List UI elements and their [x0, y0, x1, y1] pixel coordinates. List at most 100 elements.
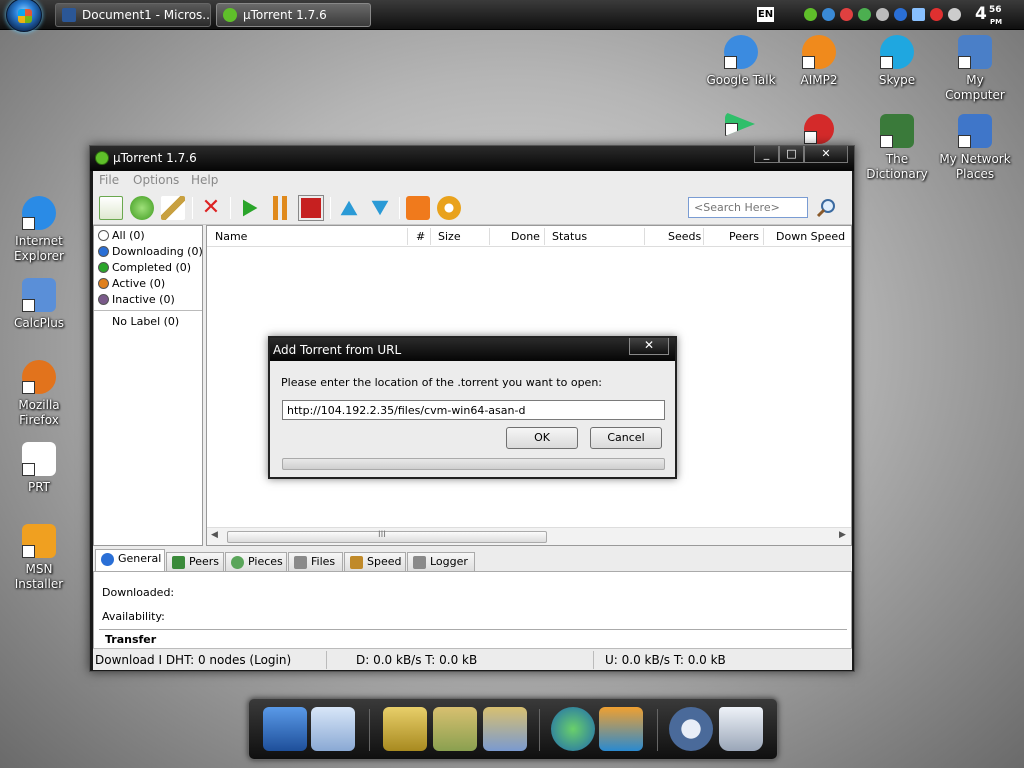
menu-options[interactable]: Options [133, 173, 179, 187]
pause-icon[interactable] [268, 196, 292, 220]
desktop-icon-network-places[interactable]: My Network Places [936, 114, 1014, 182]
utorrent-tray-icon[interactable] [804, 8, 817, 21]
search-icon[interactable] [815, 196, 839, 220]
sidebar-item-active[interactable]: Active (0) [98, 276, 165, 292]
move-up-icon[interactable] [340, 200, 358, 216]
clock[interactable]: 4 56 PM [975, 4, 1002, 26]
scroll-left-arrow-icon[interactable]: ◀ [211, 530, 218, 540]
url-input[interactable] [282, 400, 665, 420]
folder-dock-icon[interactable] [383, 707, 427, 751]
tab-peers[interactable]: Peers [166, 552, 224, 571]
column-separator[interactable] [430, 228, 431, 245]
column-separator[interactable] [644, 228, 645, 245]
recycle-bin-dock-icon[interactable] [719, 707, 763, 751]
column-separator[interactable] [703, 228, 704, 245]
desktop-icon-label: CalcPlus [13, 316, 65, 330]
tab-general[interactable]: General [95, 549, 165, 571]
status-download[interactable]: D: 0.0 kB/s T: 0.0 kB [356, 653, 477, 667]
taskbar-button-word[interactable]: Document1 - Micros... [55, 3, 211, 27]
desktop-icon-internet-explorer[interactable]: Internet Explorer [0, 196, 78, 264]
add-torrent-url-icon[interactable] [130, 196, 154, 220]
dialog-titlebar[interactable]: Add Torrent from URL ✕ [270, 338, 675, 361]
sidebar-item-no-label[interactable]: No Label (0) [112, 314, 179, 330]
taskbar-button-utorrent[interactable]: µTorrent 1.7.6 [216, 3, 371, 27]
scrollbar-thumb[interactable]: III [227, 530, 547, 543]
music-folder-dock-icon[interactable] [483, 707, 527, 751]
sidebar-item-downloading[interactable]: Downloading (0) [98, 244, 203, 260]
menu-help[interactable]: Help [191, 173, 218, 187]
close-button[interactable]: ✕ [804, 146, 848, 163]
speed-icon [350, 556, 363, 569]
desktop-icon-dictionary[interactable]: The Dictionary [858, 114, 936, 182]
maximize-button[interactable]: □ [779, 146, 804, 163]
network-tray-icon[interactable] [822, 8, 835, 21]
globe-dock-icon[interactable] [551, 707, 595, 751]
minimize-button[interactable]: _ [754, 146, 779, 163]
tab-speed[interactable]: Speed [344, 552, 406, 571]
dialog-close-button[interactable]: ✕ [629, 338, 669, 355]
column-separator[interactable] [489, 228, 490, 245]
desktop-icon-msn-installer[interactable]: MSN Installer [0, 524, 78, 592]
column-header-seeds[interactable]: Seeds [668, 230, 701, 243]
sidebar-item-all[interactable]: All (0) [98, 228, 145, 244]
rss-icon[interactable] [406, 196, 430, 220]
gear-icon[interactable] [437, 196, 461, 220]
create-torrent-icon[interactable] [161, 196, 185, 220]
move-down-icon[interactable] [371, 200, 389, 216]
pictures-folder-dock-icon[interactable] [433, 707, 477, 751]
tab-pieces[interactable]: Pieces [225, 552, 287, 571]
column-separator[interactable] [763, 228, 764, 245]
download-tray-icon[interactable] [894, 8, 907, 21]
status-dht[interactable]: Download I DHT: 0 nodes (Login) [95, 653, 291, 667]
menu-file[interactable]: File [99, 173, 119, 187]
column-header-size[interactable]: Size [438, 230, 461, 243]
scroll-right-arrow-icon[interactable]: ▶ [839, 530, 846, 540]
remove-icon[interactable]: ✕ [199, 196, 223, 220]
security-tray-icon[interactable] [930, 8, 943, 21]
column-header-down-speed[interactable]: Down Speed [776, 230, 845, 243]
desktop-icon-arrow[interactable] [720, 112, 760, 140]
column-header-number[interactable]: # [416, 230, 425, 243]
column-header-name[interactable]: Name [215, 230, 247, 243]
column-separator[interactable] [407, 228, 408, 245]
tab-logger[interactable]: Logger [407, 552, 475, 571]
status-upload[interactable]: U: 0.0 kB/s T: 0.0 kB [605, 653, 726, 667]
desktop-icon-aimp2[interactable]: AIMP2 [780, 35, 858, 88]
update-tray-icon[interactable] [858, 8, 871, 21]
column-header-status[interactable]: Status [552, 230, 587, 243]
ok-button[interactable]: OK [506, 427, 578, 449]
desktop-icon-skype[interactable]: Skype [858, 35, 936, 88]
column-header-peers[interactable]: Peers [729, 230, 759, 243]
computer-dock-icon[interactable] [263, 707, 307, 751]
display-tray-icon[interactable] [912, 8, 925, 21]
send-arrow-icon [725, 112, 755, 136]
settings-dock-icon[interactable] [669, 707, 713, 751]
window-titlebar[interactable]: µTorrent 1.7.6 _ □ ✕ [90, 146, 854, 171]
tab-files[interactable]: Files [288, 552, 343, 571]
desktop-icon-prt[interactable]: PRT [0, 442, 78, 495]
column-header-done[interactable]: Done [511, 230, 540, 243]
sidebar-item-completed[interactable]: Completed (0) [98, 260, 191, 276]
start-button[interactable] [6, 0, 42, 32]
bluetooth-tray-icon[interactable] [876, 8, 889, 21]
media-player-dock-icon[interactable] [599, 707, 643, 751]
add-torrent-icon[interactable] [99, 196, 123, 220]
desktop-icon-calcplus[interactable]: CalcPlus [0, 278, 78, 331]
horizontal-scrollbar[interactable]: ◀ III ▶ [207, 527, 851, 545]
desktop-icon-google-talk[interactable]: Google Talk [702, 35, 780, 88]
app-tray-icon[interactable] [840, 8, 853, 21]
cancel-button[interactable]: Cancel [590, 427, 662, 449]
search-input[interactable] [688, 197, 808, 218]
start-icon[interactable] [243, 199, 258, 217]
desktop-icon-firefox[interactable]: Mozilla Firefox [0, 360, 78, 428]
tab-label: Logger [430, 555, 468, 568]
language-indicator[interactable]: EN [757, 7, 774, 22]
desktop-icon-my-computer[interactable]: My Computer [936, 35, 1014, 103]
volume-tray-icon[interactable] [948, 8, 961, 21]
drive-dock-icon[interactable] [311, 707, 355, 751]
stop-icon[interactable] [298, 195, 324, 221]
column-separator[interactable] [544, 228, 545, 245]
dialog-title: Add Torrent from URL [273, 343, 402, 357]
sidebar-item-inactive[interactable]: Inactive (0) [98, 292, 175, 308]
desktop-icon-plus[interactable] [780, 114, 858, 148]
